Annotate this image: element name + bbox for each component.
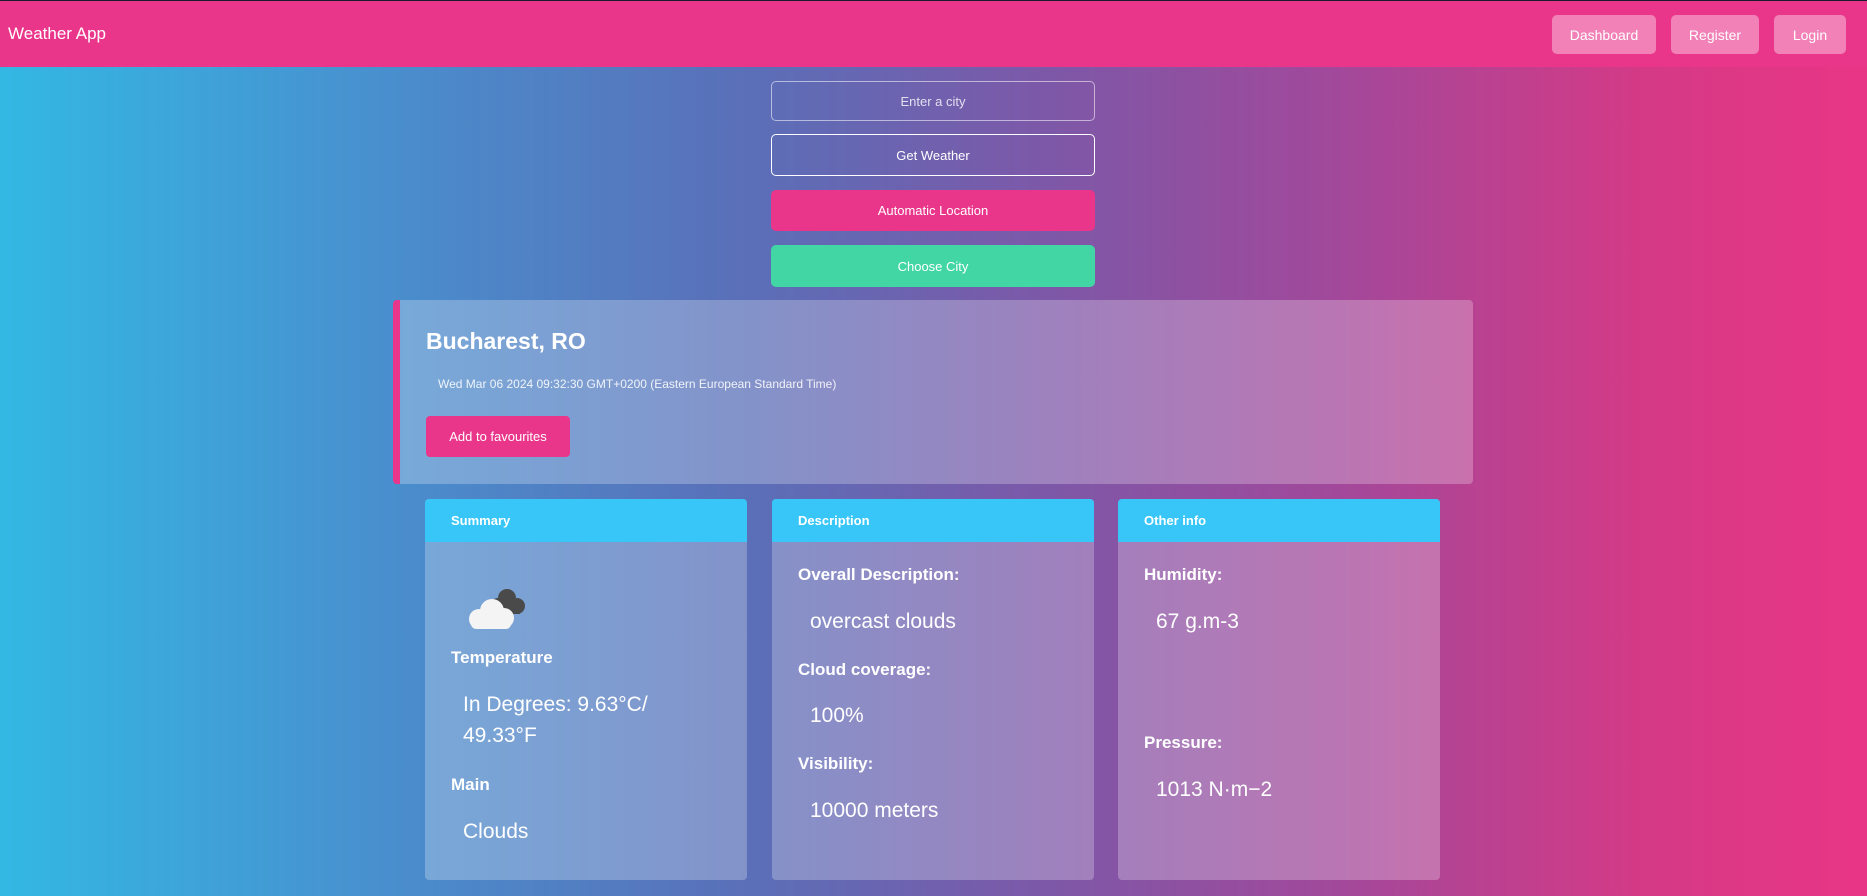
overall-description-label: Overall Description: <box>798 565 960 584</box>
dashboard-button[interactable]: Dashboard <box>1552 15 1656 54</box>
brand-logo-text[interactable]: Weather App <box>8 24 106 44</box>
register-button[interactable]: Register <box>1671 15 1759 54</box>
humidity-label: Humidity: <box>1144 565 1223 584</box>
get-weather-button[interactable]: Get Weather <box>771 134 1095 176</box>
location-datetime: Wed Mar 06 2024 09:32:30 GMT+0200 (Easte… <box>438 377 837 391</box>
cloud-coverage-value: 100% <box>810 704 864 727</box>
description-card-header: Description <box>772 499 1094 542</box>
pressure-value: 1013 N·m−2 <box>1156 778 1273 801</box>
other-info-card: Other info Humidity: 67 g.m-3 Pressure: … <box>1118 499 1440 880</box>
choose-city-button[interactable]: Choose City <box>771 245 1095 287</box>
top-navbar: Weather App Dashboard Register Login <box>0 0 1867 67</box>
summary-card: Summary Temperature In Degrees: 9.63°C/ … <box>425 499 747 880</box>
humidity-value: 67 g.m-3 <box>1156 610 1239 633</box>
cloud-icon <box>469 589 525 629</box>
cloud-coverage-label: Cloud coverage: <box>798 660 932 679</box>
main-label: Main <box>451 775 490 794</box>
description-card: Description Overall Description: overcas… <box>772 499 1094 880</box>
temperature-label: Temperature <box>451 648 553 667</box>
temperature-value: In Degrees: 9.63°C/ 49.33°F <box>463 693 648 747</box>
main-value: Clouds <box>463 820 529 843</box>
location-panel: Bucharest, RO Wed Mar 06 2024 09:32:30 G… <box>393 300 1473 484</box>
location-title: Bucharest, RO <box>426 328 586 354</box>
login-button[interactable]: Login <box>1774 15 1846 54</box>
pressure-label: Pressure: <box>1144 733 1223 752</box>
summary-card-header: Summary <box>425 499 747 542</box>
other-info-card-header: Other info <box>1118 499 1440 542</box>
automatic-location-button[interactable]: Automatic Location <box>771 190 1095 231</box>
city-search-input[interactable] <box>771 81 1095 121</box>
visibility-label: Visibility: <box>798 754 874 773</box>
add-to-favourites-button[interactable]: Add to favourites <box>426 416 570 457</box>
overall-description-value: overcast clouds <box>810 610 956 633</box>
visibility-value: 10000 meters <box>810 799 939 822</box>
